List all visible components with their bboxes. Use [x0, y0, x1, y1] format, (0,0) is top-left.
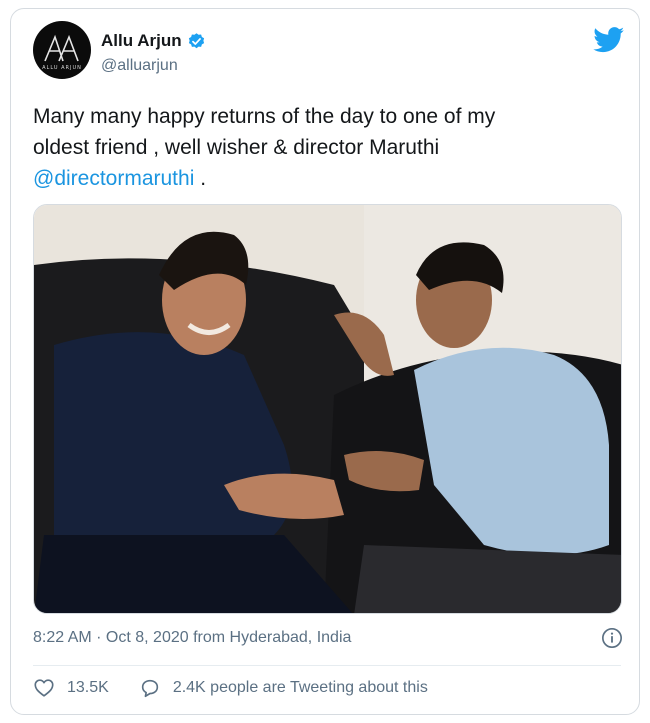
tweet-timestamp[interactable]: 8:22 AM · Oct 8, 2020 from Hyderabad, In…	[33, 629, 351, 647]
mention-link[interactable]: @directormaruthi	[33, 167, 194, 190]
tweet-text-line: @directormaruthi .	[33, 163, 623, 194]
conversation-text: 2.4K people are Tweeting about this	[172, 679, 428, 696]
info-icon[interactable]	[601, 627, 623, 649]
tweet-text-end: .	[194, 167, 207, 190]
heart-icon	[34, 679, 54, 697]
twitter-bird-icon[interactable]	[593, 27, 625, 53]
author-name[interactable]: Allu Arjun	[101, 31, 182, 51]
like-button[interactable]: 13.5K	[33, 677, 109, 699]
author-handle[interactable]: @alluarjun	[101, 57, 178, 75]
speech-bubble-icon	[141, 679, 158, 698]
avatar[interactable]: ALLU ARJUN	[33, 21, 91, 79]
conversation-button[interactable]: 2.4K people are Tweeting about this	[139, 677, 428, 699]
tweet-card[interactable]: ALLU ARJUN Allu Arjun @alluarjun Many ma…	[10, 8, 640, 715]
photo-image	[34, 205, 621, 613]
tweet-text-line: Many many happy returns of the day to on…	[33, 105, 496, 128]
tweet-actions: 13.5K 2.4K people are Tweeting about thi…	[33, 677, 428, 699]
like-count: 13.5K	[67, 679, 109, 696]
tweet-photo[interactable]	[33, 204, 622, 614]
tweet-text: Many many happy returns of the day to on…	[33, 101, 623, 194]
tweet-text-line: oldest friend , well wisher & director M…	[33, 136, 440, 159]
author-row: Allu Arjun	[101, 31, 206, 51]
divider	[33, 665, 621, 666]
avatar-monogram-text: ALLU ARJUN	[42, 65, 82, 71]
verified-badge-icon	[188, 32, 204, 48]
